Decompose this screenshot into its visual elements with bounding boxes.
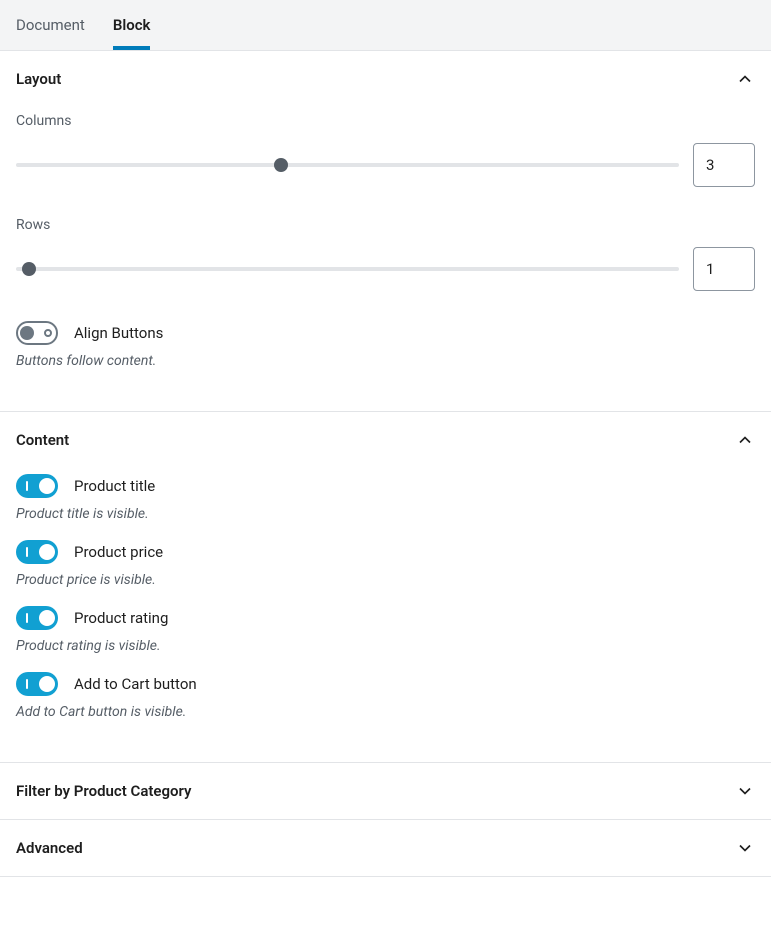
product-price-label: Product price [74,543,163,561]
panel-layout-header[interactable]: Layout [0,51,771,107]
panel-content-body: Product title Product title is visible. … [0,474,771,762]
panel-layout: Layout Columns 3 Rows 1 Align Buttons Bu… [0,51,771,412]
columns-slider[interactable] [16,163,679,167]
panel-advanced-title: Advanced [16,839,83,857]
add-to-cart-help: Add to Cart button is visible. [16,704,755,720]
panel-layout-body: Columns 3 Rows 1 Align Buttons Buttons f… [0,113,771,411]
chevron-up-icon [735,430,755,450]
rows-slider-thumb[interactable] [22,262,36,276]
product-rating-label: Product rating [74,609,168,627]
columns-control: 3 [16,143,755,187]
add-to-cart-label: Add to Cart button [74,675,197,693]
chevron-up-icon [735,69,755,89]
panel-layout-title: Layout [16,70,61,88]
columns-label: Columns [16,113,755,129]
product-price-toggle[interactable] [16,540,58,564]
panel-filter-title: Filter by Product Category [16,782,192,800]
product-rating-toggle[interactable] [16,606,58,630]
align-buttons-row: Align Buttons [16,321,755,345]
content-item-product-rating: Product rating Product rating is visible… [16,606,755,654]
content-item-add-to-cart: Add to Cart button Add to Cart button is… [16,672,755,720]
panel-advanced-header[interactable]: Advanced [0,820,771,876]
product-title-help: Product title is visible. [16,506,755,522]
chevron-down-icon [735,838,755,858]
panel-advanced: Advanced [0,820,771,877]
align-buttons-toggle[interactable] [16,321,58,345]
tab-block[interactable]: Block [113,0,151,50]
tab-document[interactable]: Document [16,0,85,50]
columns-slider-thumb[interactable] [274,158,288,172]
align-buttons-help: Buttons follow content. [16,353,755,369]
content-item-product-title: Product title Product title is visible. [16,474,755,522]
panel-content-header[interactable]: Content [0,412,771,468]
product-rating-help: Product rating is visible. [16,638,755,654]
panel-content: Content Product title Product title is v… [0,412,771,763]
chevron-down-icon [735,781,755,801]
product-title-label: Product title [74,477,155,495]
product-title-toggle[interactable] [16,474,58,498]
rows-control: 1 [16,247,755,291]
tab-bar: Document Block [0,0,771,51]
align-buttons-label: Align Buttons [74,324,163,342]
rows-label: Rows [16,217,755,233]
rows-input[interactable]: 1 [693,247,755,291]
panel-content-title: Content [16,431,69,449]
panel-filter-header[interactable]: Filter by Product Category [0,763,771,819]
rows-slider[interactable] [16,267,679,271]
product-price-help: Product price is visible. [16,572,755,588]
columns-input[interactable]: 3 [693,143,755,187]
add-to-cart-toggle[interactable] [16,672,58,696]
content-item-product-price: Product price Product price is visible. [16,540,755,588]
panel-filter: Filter by Product Category [0,763,771,820]
